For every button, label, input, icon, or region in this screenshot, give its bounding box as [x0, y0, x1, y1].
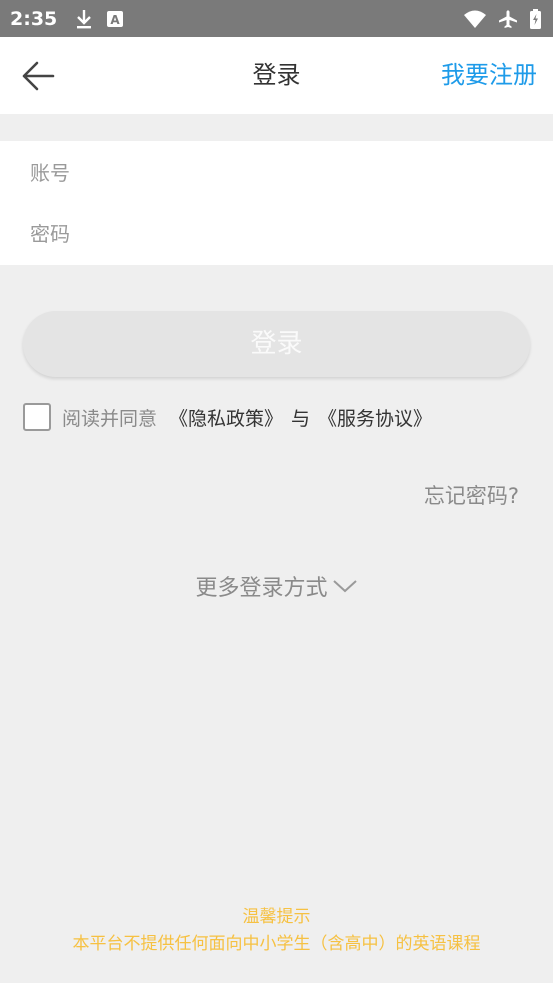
notice-title: 温馨提示 — [242, 907, 311, 927]
account-field-wrapper — [30, 148, 530, 198]
status-time: 2:35 — [10, 7, 58, 30]
agreement-conjunction: 与 — [291, 407, 311, 430]
app-header: 登录 我要注册 — [0, 37, 553, 114]
forgot-password-link[interactable]: 忘记密码? — [424, 480, 519, 510]
login-form — [0, 141, 553, 265]
account-input[interactable] — [30, 148, 530, 198]
status-bar: 2:35 A — [0, 0, 553, 37]
battery-icon — [530, 8, 541, 29]
privacy-policy-link[interactable]: 《隐私政策》 — [169, 404, 283, 431]
service-agreement-link[interactable]: 《服务协议》 — [318, 404, 432, 431]
wifi-icon — [464, 10, 486, 28]
login-button[interactable]: 登录 — [23, 311, 530, 377]
status-right-icons — [464, 8, 541, 29]
download-icon — [77, 9, 92, 28]
text-a-icon: A — [107, 10, 124, 27]
more-login-methods[interactable]: 更多登录方式 — [0, 570, 553, 602]
agreement-prefix: 阅读并同意 — [62, 407, 158, 430]
password-field-wrapper — [30, 209, 530, 259]
status-left-icons: A — [75, 9, 124, 29]
login-screen: 2:35 A 登录 我要注册 账号 登录 阅读并同意 《隐私政策》 与 《服务协… — [0, 0, 553, 983]
svg-text:A: A — [111, 13, 121, 27]
register-link[interactable]: 我要注册 — [441, 37, 537, 114]
notice-text: 本平台不提供任何面向中小学生（含高中）的英语课程 — [72, 934, 481, 954]
more-login-label: 更多登录方式 — [195, 576, 328, 601]
agreement-row: 阅读并同意 《隐私政策》 与 《服务协议》 — [23, 403, 432, 431]
password-input[interactable] — [30, 209, 530, 259]
airplane-icon — [499, 9, 517, 28]
agreement-checkbox[interactable] — [23, 403, 51, 431]
chevron-down-icon — [332, 580, 357, 593]
